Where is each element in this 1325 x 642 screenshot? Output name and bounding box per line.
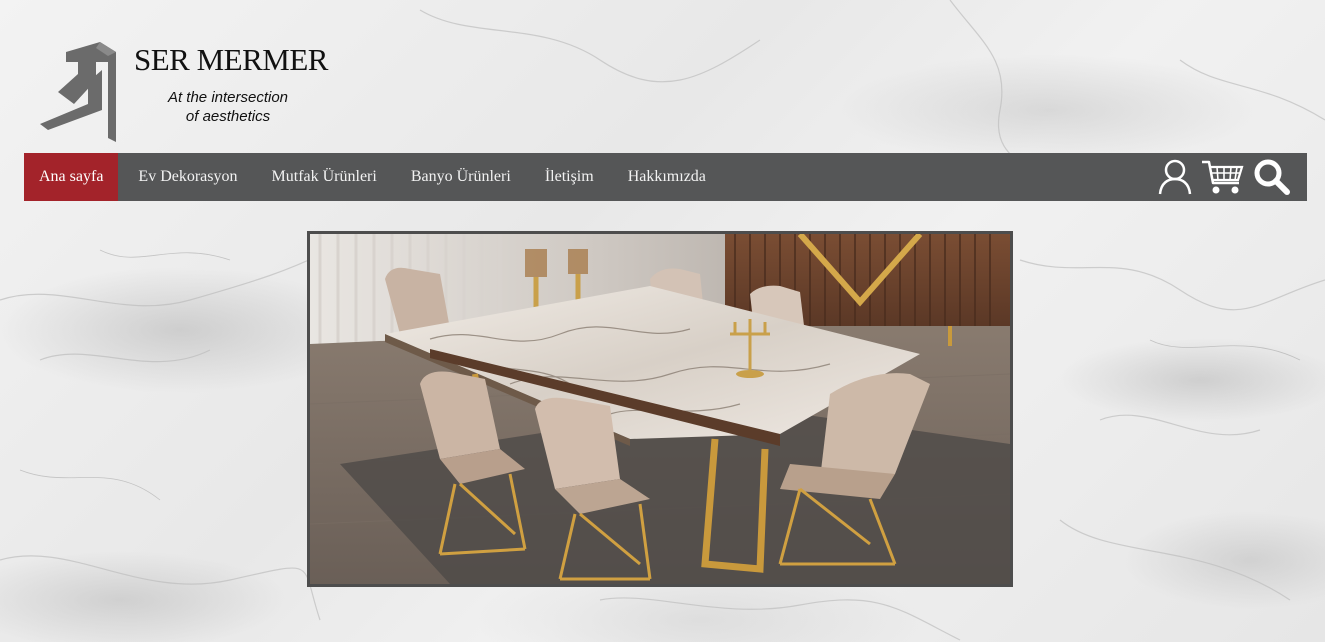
nav-item-iletisim[interactable]: İletişim <box>528 153 611 201</box>
brand-name: SER MERMER <box>134 42 328 77</box>
hero-dining-table-image <box>310 234 1010 584</box>
nav-item-mutfak-urunleri[interactable]: Mutfak Ürünleri <box>255 153 394 201</box>
nav-item-banyo-urunleri[interactable]: Banyo Ürünleri <box>394 153 528 201</box>
brand-tagline: At the intersection of aesthetics <box>148 88 308 126</box>
nav-item-hakkimizda[interactable]: Hakkımızda <box>611 153 723 201</box>
brand-logo[interactable]: SER MERMER At the intersection of aesthe… <box>38 40 338 142</box>
tagline-line-1: At the intersection <box>167 89 289 106</box>
search-icon[interactable] <box>1253 158 1291 196</box>
main-navbar: Ana sayfa Ev Dekorasyon Mutfak Ürünleri … <box>24 153 1307 201</box>
nav-item-ana-sayfa[interactable]: Ana sayfa <box>24 153 119 201</box>
cart-icon[interactable] <box>1201 157 1245 197</box>
tagline-line-2: of aesthetics <box>185 108 271 125</box>
user-icon[interactable] <box>1157 158 1193 196</box>
nav-item-ev-dekorasyon[interactable]: Ev Dekorasyon <box>121 153 254 201</box>
logo-mark-icon <box>40 42 116 142</box>
hero-banner[interactable] <box>307 231 1013 587</box>
nav-actions <box>1157 156 1291 198</box>
